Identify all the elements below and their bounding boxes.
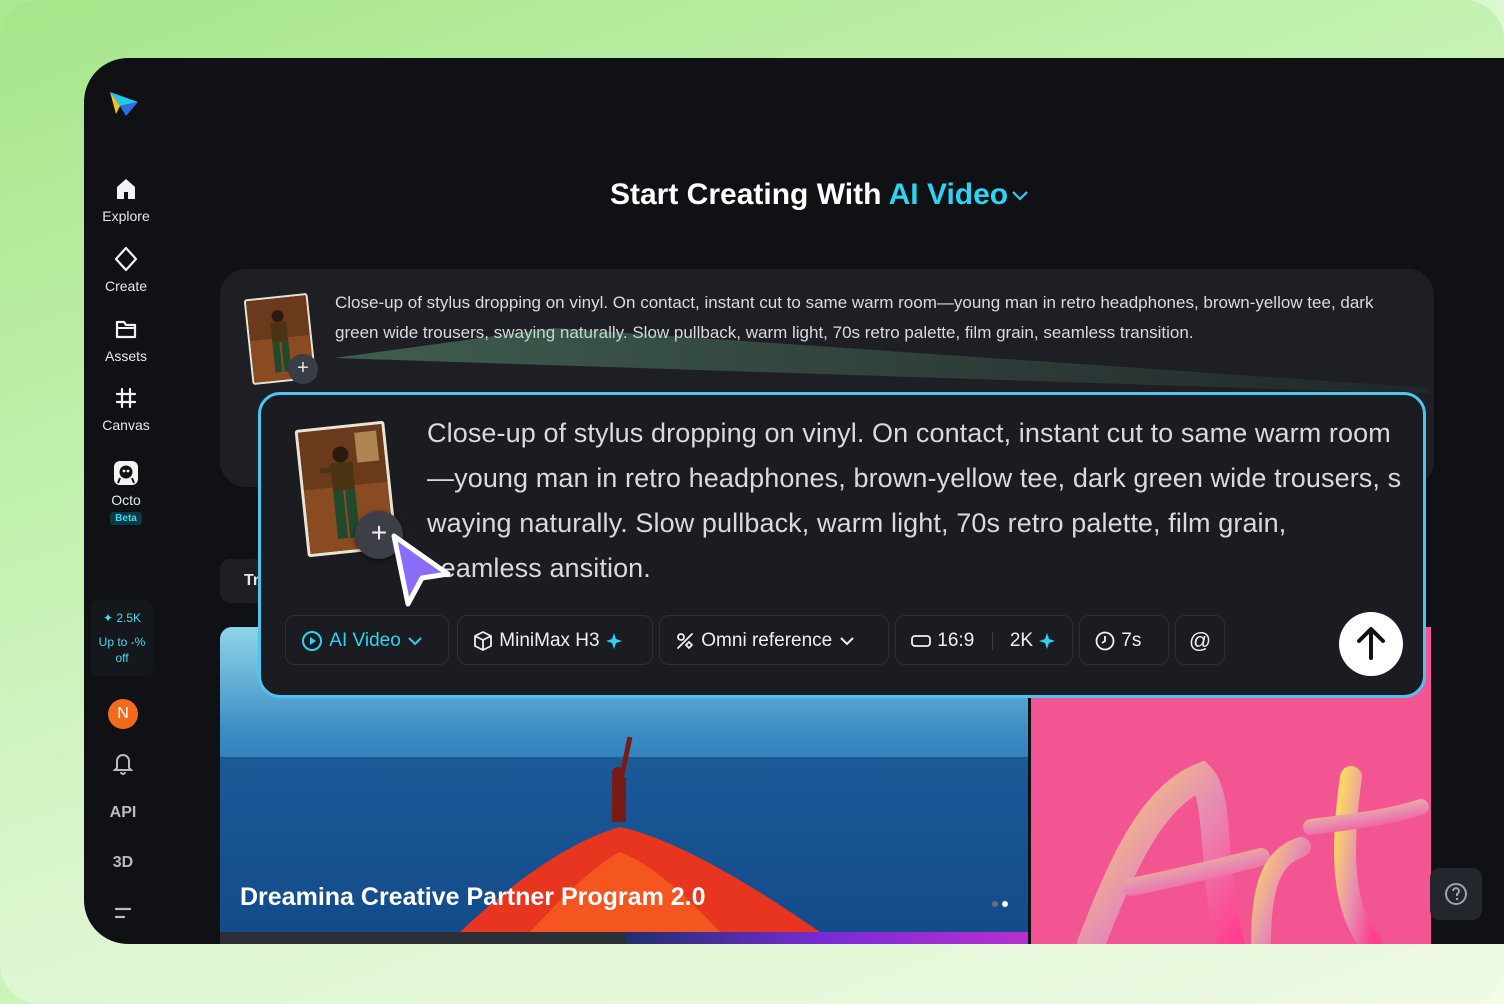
mode-select-label: AI Video xyxy=(329,630,401,651)
mode-dropdown[interactable]: AI Video xyxy=(889,178,1030,211)
avatar[interactable]: N xyxy=(108,699,138,729)
sidebar-item-label: Create xyxy=(104,278,148,294)
sidebar-item-label: Canvas xyxy=(102,417,150,433)
grid-frame-icon xyxy=(115,387,137,409)
sidebar: Explore Create Assets Canvas Octo Beta ✦… xyxy=(84,58,168,944)
send-button[interactable] xyxy=(1339,612,1403,676)
promo-line-2: off xyxy=(115,651,129,665)
resolution-label: 2K xyxy=(1009,630,1034,651)
promo-line-1: Up to -% xyxy=(98,635,146,649)
3d-link[interactable]: 3D xyxy=(108,848,138,878)
chevron-down-icon xyxy=(408,637,422,646)
sidebar-item-explore[interactable]: Explore xyxy=(84,176,168,224)
duration-select[interactable]: 7s xyxy=(1079,615,1169,665)
chevron-down-icon xyxy=(1012,191,1028,201)
api-link[interactable]: API xyxy=(108,798,138,828)
sidebar-item-canvas[interactable]: Canvas xyxy=(84,385,168,433)
duration-label: 7s xyxy=(1121,630,1142,651)
title-prefix: Start Creating With xyxy=(610,178,882,211)
gallery-thumbnail[interactable] xyxy=(220,932,626,944)
sidebar-item-label: Explore xyxy=(102,208,150,224)
clock-icon xyxy=(1095,631,1115,651)
divider xyxy=(991,632,993,650)
ratio-resolution-select[interactable]: 16:9 2K xyxy=(895,615,1073,665)
ratio-label: 16:9 xyxy=(937,630,975,651)
cube-icon xyxy=(474,631,492,651)
arrow-up-icon xyxy=(1357,627,1385,660)
pointer-cursor-icon xyxy=(391,533,451,607)
omni-reference-icon xyxy=(677,633,694,650)
sparkle-icon xyxy=(605,633,622,649)
credits-amount-value: 2.5K xyxy=(116,611,142,625)
carousel-dots[interactable] xyxy=(988,894,1008,912)
aspect-ratio-icon xyxy=(911,635,931,647)
mode-select[interactable]: AI Video xyxy=(285,615,449,665)
octo-icon xyxy=(114,461,138,485)
add-reference-button[interactable]: + xyxy=(288,354,318,384)
dreamina-logo[interactable] xyxy=(106,84,142,120)
model-select[interactable]: MiniMax H3 xyxy=(457,615,653,665)
video-play-icon xyxy=(302,631,322,651)
sidebar-item-label: Assets xyxy=(104,348,147,364)
mention-button[interactable]: @ xyxy=(1175,615,1225,665)
sidebar-item-create[interactable]: Create xyxy=(84,246,168,294)
page-title: Start Creating With AI Video xyxy=(610,178,1030,212)
home-icon xyxy=(117,179,135,199)
menu-icon[interactable] xyxy=(108,898,138,928)
credits-amount: ✦ 2.5K xyxy=(102,611,142,625)
sidebar-item-octo[interactable]: Octo Beta xyxy=(84,460,168,525)
help-button[interactable] xyxy=(1430,868,1482,920)
prompt-textarea[interactable]: Close-up of stylus dropping on vinyl. On… xyxy=(335,288,1415,348)
chevron-down-icon xyxy=(839,637,854,646)
sparkle-icon xyxy=(1039,633,1056,649)
carousel-dot[interactable] xyxy=(992,901,998,907)
credits-box[interactable]: ✦ 2.5K Up to -% off xyxy=(91,600,153,676)
sidebar-item-label: Octo xyxy=(111,492,141,508)
carousel-dot-active[interactable] xyxy=(1002,901,1008,907)
sparkle-diamond-icon xyxy=(114,246,138,272)
banner-title: Dreamina Creative Partner Program 2.0 xyxy=(240,883,706,911)
prompt-textarea-zoom[interactable]: Close-up of stylus dropping on vinyl. On… xyxy=(427,411,1407,591)
model-select-label: MiniMax H3 xyxy=(499,630,600,651)
beta-badge: Beta xyxy=(110,512,142,525)
reference-select-label: Omni reference xyxy=(701,630,833,651)
mode-dropdown-label: AI Video xyxy=(888,178,1009,211)
sidebar-item-assets[interactable]: Assets xyxy=(84,316,168,364)
help-icon xyxy=(1445,883,1467,905)
gallery-thumbnail[interactable] xyxy=(626,932,1028,944)
bell-icon[interactable] xyxy=(108,748,138,778)
reference-select[interactable]: Omni reference xyxy=(659,615,889,665)
folder-icon xyxy=(115,320,137,339)
